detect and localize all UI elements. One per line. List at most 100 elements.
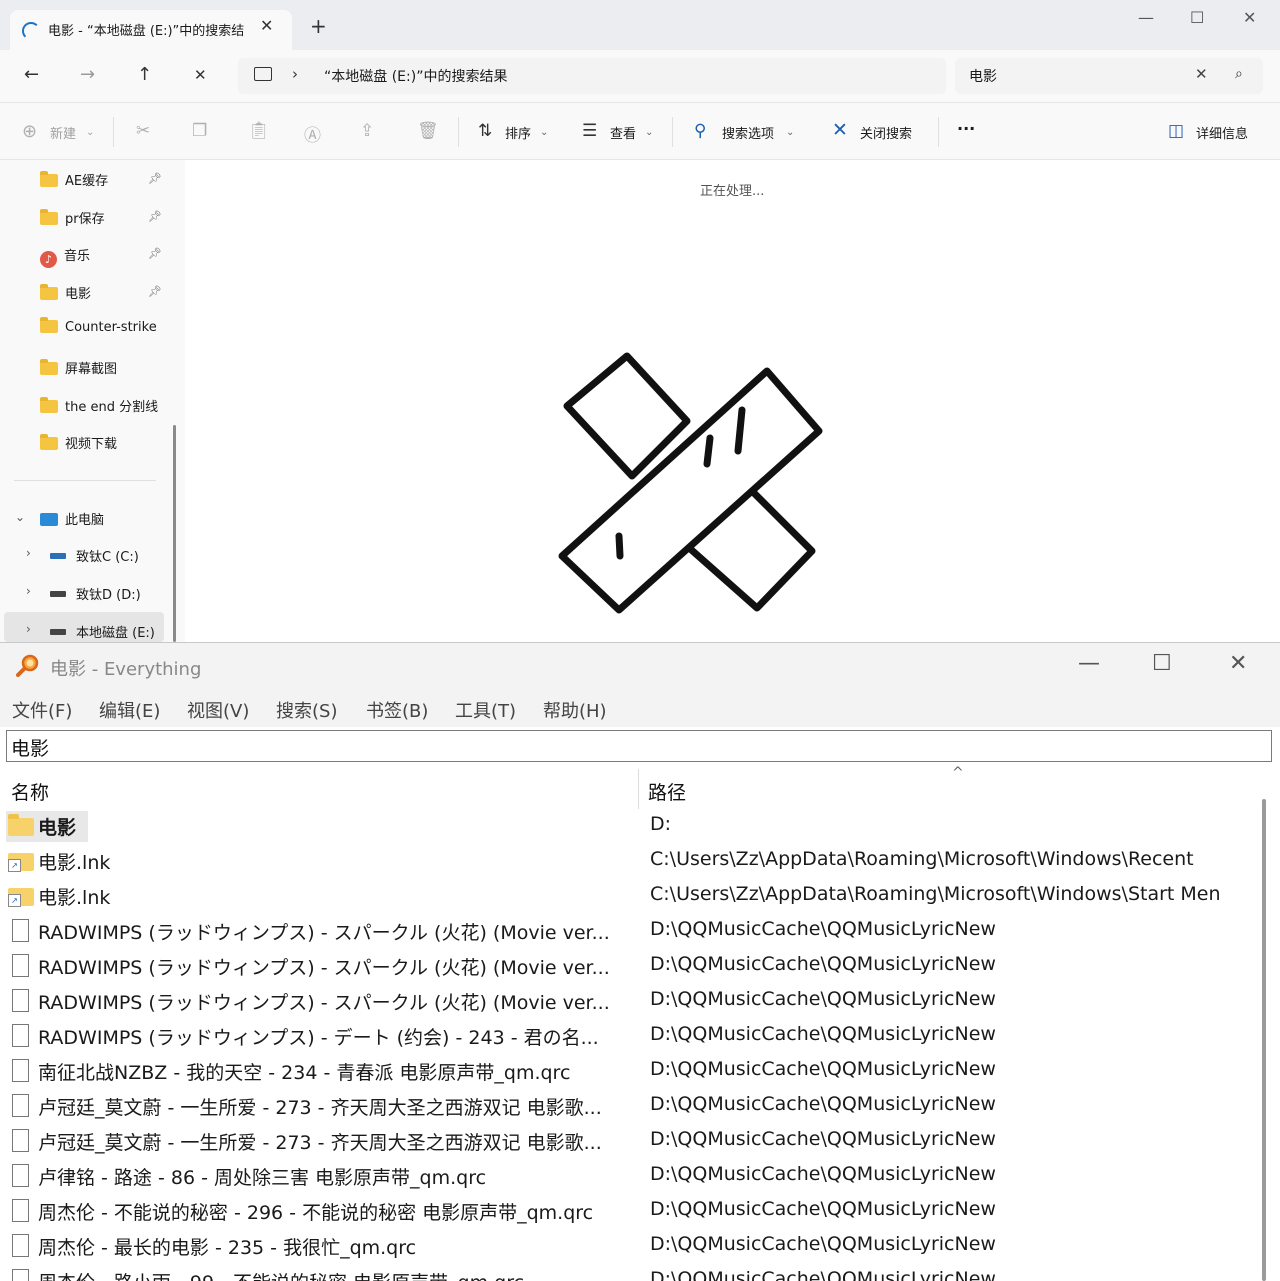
table-row[interactable]: 卢律铭 - 路途 - 86 - 周处除三害 电影原声带_qm.qrc D:\QQ… xyxy=(0,1159,1256,1194)
menu-view[interactable]: 视图(V) xyxy=(187,697,249,723)
column-name[interactable]: 名称 xyxy=(11,778,49,805)
stop-button[interactable]: ✕ xyxy=(194,66,207,84)
table-row[interactable]: 电影.lnk C:\Users\Zz\AppData\Roaming\Micro… xyxy=(0,879,1256,914)
cut-icon[interactable]: ✂ xyxy=(136,121,150,141)
share-icon[interactable]: ⇪ xyxy=(360,121,374,141)
back-button[interactable]: ← xyxy=(24,64,39,85)
details-button[interactable]: 详细信息 xyxy=(1196,123,1248,142)
search-input-value[interactable]: 电影 xyxy=(11,734,49,761)
tab-close-icon[interactable]: ✕ xyxy=(260,16,273,35)
sidebar-item-label: 本地磁盘 (E:) xyxy=(76,626,155,641)
menu-edit[interactable]: 编辑(E) xyxy=(99,697,160,723)
address-bar[interactable]: › “本地磁盘 (E:)”中的搜索结果 xyxy=(238,58,946,94)
more-options-button[interactable]: ··· xyxy=(957,119,975,138)
menu-help[interactable]: 帮助(H) xyxy=(543,697,607,723)
table-row[interactable]: 卢冠廷_莫文蔚 - 一生所爱 - 273 - 齐天周大圣之西游双记 电影歌...… xyxy=(0,1089,1256,1124)
up-button[interactable]: ↑ xyxy=(137,64,152,85)
sort-button[interactable]: 排序 xyxy=(505,123,531,142)
menu-file[interactable]: 文件(F) xyxy=(12,697,72,723)
expand-chevron-right-icon[interactable]: › xyxy=(26,584,31,598)
expand-chevron-down-icon[interactable]: ⌄ xyxy=(15,510,25,524)
menu-bookmarks[interactable]: 书签(B) xyxy=(366,697,428,723)
shortcut-folder-icon xyxy=(8,888,34,907)
table-row[interactable]: 卢冠廷_莫文蔚 - 一生所爱 - 273 - 齐天周大圣之西游双记 电影歌...… xyxy=(0,1124,1256,1159)
sort-ascending-icon: ^ xyxy=(952,765,964,781)
search-icon[interactable]: ⌕ xyxy=(1235,66,1243,82)
sidebar-item-label: the end 分割线 xyxy=(65,400,159,415)
close-search-button[interactable]: 关闭搜索 xyxy=(860,123,912,142)
table-row[interactable]: RADWIMPS (ラッドウィンプス) - スパークル (火花) (Movie … xyxy=(0,914,1256,949)
divider xyxy=(938,117,939,147)
rename-icon[interactable]: Ⓐ xyxy=(304,121,321,146)
sidebar-item-drive-c[interactable]: 致钛C (C:) xyxy=(50,546,185,570)
menu-tools[interactable]: 工具(T) xyxy=(455,697,516,723)
table-row[interactable]: RADWIMPS (ラッドウィンプス) - スパークル (火花) (Movie … xyxy=(0,984,1256,1019)
tab-title: 电影 - “本地磁盘 (E:)”中的搜索结果 xyxy=(48,24,244,39)
copy-icon[interactable]: ❐ xyxy=(192,121,207,141)
table-row[interactable]: RADWIMPS (ラッドウィンプス) - デート (约会) - 243 - 君… xyxy=(0,1019,1256,1054)
sidebar-item-label: 致钛D (D:) xyxy=(76,588,141,603)
file-icon xyxy=(12,989,29,1012)
sidebar-item-this-pc[interactable]: 此电脑 xyxy=(40,509,180,533)
everything-search-input[interactable]: 电影 xyxy=(6,730,1272,762)
menu-search[interactable]: 搜索(S) xyxy=(276,697,337,723)
table-row[interactable]: 电影 D: xyxy=(0,809,1256,844)
table-row[interactable]: 电影.lnk C:\Users\Zz\AppData\Roaming\Micro… xyxy=(0,844,1256,879)
file-icon xyxy=(12,1199,29,1222)
results-list: 电影 D: 电影.lnk C:\Users\Zz\AppData\Roaming… xyxy=(0,809,1256,1281)
sidebar-item-drive-d[interactable]: 致钛D (D:) xyxy=(50,584,185,608)
close-button[interactable]: ✕ xyxy=(1243,8,1256,27)
folder-icon xyxy=(8,814,34,836)
table-row[interactable]: RADWIMPS (ラッドウィンプス) - スパークル (火花) (Movie … xyxy=(0,949,1256,984)
expand-chevron-right-icon[interactable]: › xyxy=(26,546,31,560)
navigation-pane: AE缓存 📌︎ pr保存 📌︎ ♪ 音乐 📌︎ 电影 📌︎ Counter-str… xyxy=(0,160,185,642)
column-path[interactable]: 路径 xyxy=(648,778,686,805)
new-button[interactable]: 新建 xyxy=(50,123,76,142)
file-icon xyxy=(12,1269,29,1281)
maximize-button[interactable]: ☐ xyxy=(1152,651,1172,676)
divider xyxy=(672,117,673,147)
clear-search-icon[interactable]: ✕ xyxy=(1195,65,1208,83)
column-divider[interactable] xyxy=(638,769,639,809)
close-button[interactable]: ✕ xyxy=(1229,651,1247,676)
sidebar-item-drive-e[interactable]: 本地磁盘 (E:) xyxy=(50,622,185,642)
row-path: D:\QQMusicCache\QQMusicLyricNew xyxy=(650,953,996,975)
row-path: D:\QQMusicCache\QQMusicLyricNew xyxy=(650,1163,996,1185)
explorer-search-box[interactable]: 电影 ✕ ⌕ xyxy=(955,58,1263,94)
sidebar-item-the-end[interactable]: the end 分割线 xyxy=(40,396,180,420)
minimize-button[interactable]: — xyxy=(1138,8,1154,27)
sidebar-item-pr-save[interactable]: pr保存 📌︎ xyxy=(40,208,180,232)
breadcrumb-chevron-icon[interactable]: › xyxy=(292,65,298,83)
new-tab-button[interactable]: + xyxy=(310,16,327,36)
results-scrollbar[interactable] xyxy=(1262,799,1266,1281)
sidebar-item-music[interactable]: ♪ 音乐 📌︎ xyxy=(40,245,180,269)
paste-icon[interactable]: 📋︎ xyxy=(248,121,270,141)
minimize-button[interactable]: — xyxy=(1078,651,1100,676)
system-drive-icon xyxy=(50,553,66,559)
view-button[interactable]: 查看 xyxy=(610,123,636,142)
table-row[interactable]: 南征北战NZBZ - 我的天空 - 234 - 青春派 电影原声带_qm.qrc… xyxy=(0,1054,1256,1089)
expand-chevron-right-icon[interactable]: › xyxy=(26,622,31,636)
delete-icon[interactable]: 🗑︎ xyxy=(417,121,439,141)
sidebar-item-counter-strike[interactable]: Counter-strike xyxy=(40,317,180,344)
sidebar-scrollbar[interactable] xyxy=(173,425,176,642)
sidebar-item-movies[interactable]: 电影 📌︎ xyxy=(40,283,180,307)
sidebar-item-ae-cache[interactable]: AE缓存 📌︎ xyxy=(40,170,180,194)
table-row[interactable]: 周杰伦 - 最长的电影 - 235 - 我很忙_qm.qrc D:\QQMusi… xyxy=(0,1229,1256,1264)
table-row[interactable]: 周杰伦 - 路小雨 - 99 - 不能说的秘密 电影原声带_qm.qrc D:\… xyxy=(0,1264,1256,1281)
row-path: D:\QQMusicCache\QQMusicLyricNew xyxy=(650,1093,996,1115)
everything-window: 电影 - Everything — ☐ ✕ 文件(F) 编辑(E) 视图(V) … xyxy=(0,642,1280,1281)
sidebar-item-video-downloads[interactable]: 视频下载 xyxy=(40,433,180,457)
chevron-down-icon: ⌄ xyxy=(86,127,95,138)
table-row[interactable]: 周杰伦 - 不能说的秘密 - 296 - 不能说的秘密 电影原声带_qm.qrc… xyxy=(0,1194,1256,1229)
sidebar-item-screenshots[interactable]: 屏幕截图 xyxy=(40,358,180,382)
search-input[interactable]: 电影 xyxy=(969,66,997,86)
view-icon: ☰ xyxy=(582,121,598,141)
forward-button[interactable]: → xyxy=(80,64,95,85)
folder-icon xyxy=(40,284,58,300)
close-search-icon: ✕ xyxy=(832,119,848,141)
drive-icon xyxy=(50,591,66,597)
search-options-button[interactable]: 搜索选项 xyxy=(722,123,774,142)
explorer-tab[interactable]: 电影 - “本地磁盘 (E:)”中的搜索结果 ✕ xyxy=(10,10,292,50)
maximize-button[interactable]: ☐ xyxy=(1190,8,1204,27)
